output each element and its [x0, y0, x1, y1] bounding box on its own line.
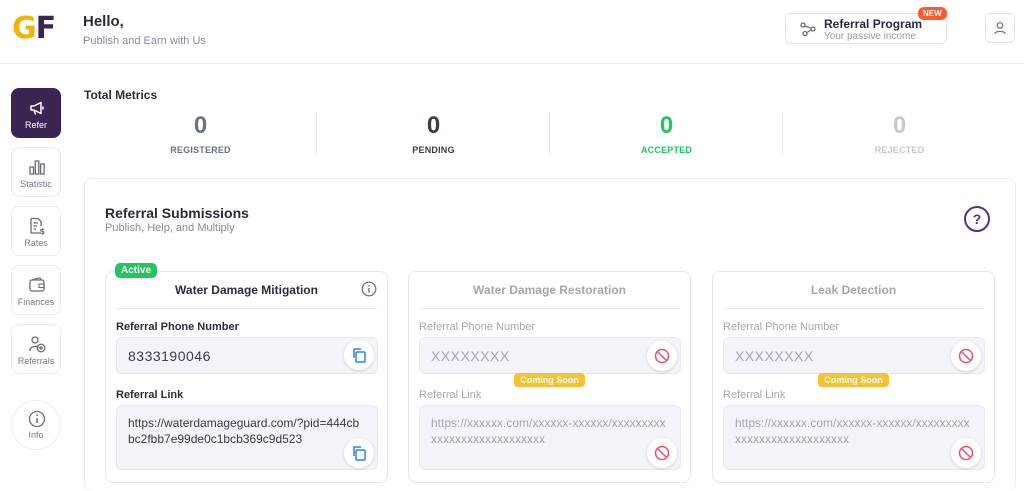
- megaphone-icon: [30, 101, 44, 115]
- referral-card-water-damage-mitigation: Water Damage Mitigation Referral Phone N…: [105, 271, 388, 483]
- sidebar-item-rates[interactable]: $ Rates: [11, 206, 61, 256]
- metric-label: ACCEPTED: [640, 145, 693, 155]
- bar-chart-icon: [29, 160, 45, 175]
- document-dollar-icon: $: [30, 217, 46, 235]
- prohibited-icon: [958, 445, 974, 461]
- card-divider: [116, 308, 377, 309]
- metric-accepted: 0 ACCEPTED: [550, 112, 783, 158]
- sidebar-item-label: Rates: [24, 238, 48, 248]
- sidebar-item-statistic[interactable]: Statistic: [11, 147, 61, 197]
- phone-label: Referral Phone Number: [419, 321, 536, 333]
- metric-value: 0: [659, 112, 674, 139]
- copy-icon: [353, 446, 366, 461]
- share-nodes-icon: [800, 22, 816, 36]
- greeting-title: Hello,: [83, 13, 124, 30]
- info-button[interactable]: Info: [11, 400, 61, 450]
- link-label: Referral Link: [419, 389, 482, 401]
- user-profile-button[interactable]: [985, 13, 1015, 43]
- referral-program-subtitle: Your passive income: [824, 31, 916, 42]
- info-icon: [28, 410, 46, 428]
- logo[interactable]: GF: [12, 12, 56, 46]
- referral-program-title: Referral Program: [824, 17, 923, 31]
- phone-label: Referral Phone Number: [116, 321, 239, 333]
- coming-soon-badge: Coming Soon: [409, 370, 690, 388]
- sidebar-item-referrals[interactable]: Referrals: [11, 324, 61, 374]
- sidebar-item-finances[interactable]: Finances: [11, 265, 61, 315]
- disabled-button: [647, 438, 677, 468]
- link-value: https://xxxxxx.com/xxxxxx-xxxxxx/xxxxxxx…: [735, 416, 970, 446]
- info-label: Info: [28, 430, 44, 440]
- prohibited-icon: [654, 445, 670, 461]
- card-divider: [723, 308, 984, 309]
- metric-rejected: 0 REJECTED: [783, 112, 1016, 158]
- link-label: Referral Link: [116, 389, 184, 401]
- prohibited-icon: [654, 348, 670, 364]
- disabled-button: [951, 341, 981, 371]
- phone-label: Referral Phone Number: [723, 321, 840, 333]
- metrics-title: Total Metrics: [84, 88, 158, 102]
- wallet-icon: [29, 277, 45, 292]
- link-field[interactable]: https://waterdamageguard.com/?pid=444cbb…: [116, 405, 378, 470]
- sidebar-item-label: Statistic: [20, 179, 52, 189]
- referral-card-leak-detection: Leak Detection Referral Phone Number XXX…: [712, 271, 995, 483]
- coming-soon-badge: Coming Soon: [713, 370, 994, 388]
- referral-card-water-damage-restoration: Water Damage Restoration Referral Phone …: [408, 271, 691, 483]
- active-badge: Active: [115, 263, 158, 278]
- phone-field[interactable]: 8333190046: [116, 337, 378, 374]
- metric-label: REGISTERED: [170, 145, 231, 155]
- phone-value: 8333190046: [128, 348, 211, 364]
- link-field: https://xxxxxx.com/xxxxxx-xxxxxx/xxxxxxx…: [419, 405, 681, 470]
- link-value: https://xxxxxx.com/xxxxxx-xxxxxx/xxxxxxx…: [431, 416, 666, 446]
- sidebar-item-label: Referrals: [17, 356, 55, 366]
- metric-value: 0: [892, 112, 907, 139]
- info-icon[interactable]: [361, 281, 377, 297]
- user-icon: [994, 22, 1006, 35]
- metric-label: REJECTED: [874, 145, 925, 155]
- disabled-button: [951, 438, 981, 468]
- link-field: https://xxxxxx.com/xxxxxx-xxxxxx/xxxxxxx…: [723, 405, 985, 470]
- help-button[interactable]: ?: [964, 206, 990, 232]
- metric-registered: 0 REGISTERED: [84, 112, 317, 158]
- metric-value: 0: [426, 112, 441, 139]
- metric-label: PENDING: [412, 145, 455, 155]
- copy-link-button[interactable]: [344, 438, 374, 468]
- greeting: Hello, Publish and Earn with Us: [83, 13, 206, 47]
- sidebar-item-label: Refer: [24, 120, 47, 130]
- sidebar-item-label: Finances: [17, 297, 55, 307]
- phone-field: XXXXXXXX: [419, 337, 681, 374]
- card-title: Leak Detection: [810, 283, 897, 297]
- phone-field: XXXXXXXX: [723, 337, 985, 374]
- card-divider: [419, 308, 680, 309]
- copy-icon: [353, 348, 366, 363]
- new-badge: NEW: [918, 7, 947, 20]
- panel-subtitle: Publish, Help, and Multiply: [105, 222, 235, 234]
- card-title: Water Damage Restoration: [473, 283, 626, 297]
- top-bar: GF Hello, Publish and Earn with Us Refer…: [0, 0, 1024, 64]
- user-plus-icon: [28, 336, 46, 353]
- card-title: Water Damage Mitigation: [175, 283, 318, 297]
- phone-value: XXXXXXXX: [735, 348, 814, 364]
- sidebar-item-refer[interactable]: Refer: [11, 88, 61, 138]
- metric-value: 0: [193, 112, 208, 139]
- metric-pending: 0 PENDING: [317, 112, 550, 158]
- disabled-button: [647, 341, 677, 371]
- phone-value: XXXXXXXX: [431, 348, 510, 364]
- link-value: https://waterdamageguard.com/?pid=444cbb…: [128, 416, 360, 446]
- copy-phone-button[interactable]: [344, 340, 374, 370]
- link-label: Referral Link: [723, 389, 786, 401]
- prohibited-icon: [958, 348, 974, 364]
- panel-title: Referral Submissions: [105, 205, 249, 221]
- greeting-subtitle: Publish and Earn with Us: [83, 35, 206, 47]
- svg-text:$: $: [40, 227, 46, 235]
